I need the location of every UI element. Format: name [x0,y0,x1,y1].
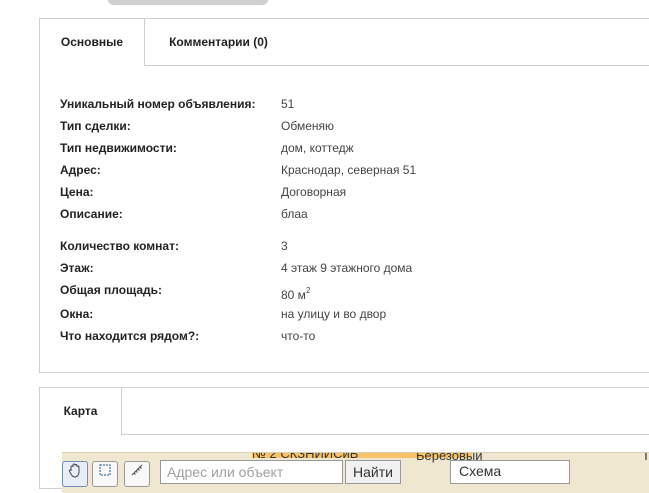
detail-label: Общая площадь: [60,283,163,297]
details-tab-bar: Основные Комментарии (0) [40,19,649,66]
map-find-button[interactable]: Найти [345,460,401,484]
detail-label: Тип недвижимости: [60,141,177,155]
detail-value: дом, коттедж [281,141,354,155]
map-panel: Карта № 2 СКЗНИИСиВ Березовый Т Найти Сх… [39,387,649,493]
area-unit-power: 2 [305,286,311,295]
detail-label: Адрес: [60,163,101,177]
top-decoration [108,0,268,5]
detail-value: 4 этаж 9 этажного дома [281,261,413,275]
detail-value: Договорная [281,185,347,199]
map-search-input[interactable] [160,460,343,484]
detail-label: Уникальный номер объявления: [60,97,256,111]
hand-icon[interactable] [62,461,88,487]
zoom-icon-glyph [99,464,111,476]
detail-value: блаа [281,207,308,221]
detail-value: 3 [281,239,288,253]
listing-details-panel: Основные Комментарии (0) Уникальный номе… [39,18,649,373]
detail-value: Обменяю [281,119,334,133]
zoom-icon[interactable] [92,461,118,487]
map-tab-bar: Карта [40,388,649,435]
ruler-icon[interactable] [124,461,150,487]
detail-value: на улицу и во двор [281,307,387,321]
map-type-select[interactable]: Схема [450,460,570,484]
detail-label: Описание: [60,207,123,221]
detail-label: Количество комнат: [60,239,179,253]
tab-map[interactable]: Карта [40,388,122,435]
detail-label: Цена: [60,185,94,199]
detail-value: 80 м2 [281,286,311,302]
detail-value: 51 [281,97,295,111]
detail-label: Что находится рядом?: [60,329,200,343]
area-value: 80 м [281,288,306,302]
tab-comments[interactable]: Комментарии (0) [146,19,291,65]
map-canvas[interactable]: № 2 СКЗНИИСиВ Березовый Т Найти Схема [62,452,649,493]
detail-value: что-то [281,329,316,343]
detail-label: Тип сделки: [60,119,131,133]
tab-main[interactable]: Основные [40,19,145,66]
detail-value: Краснодар, северная 51 [281,163,417,177]
ruler-icon-glyph [131,464,143,476]
detail-label: Окна: [60,307,94,321]
hand-icon-glyph [68,463,80,478]
detail-label: Этаж: [60,261,94,275]
map-place-label: Т [642,453,649,463]
